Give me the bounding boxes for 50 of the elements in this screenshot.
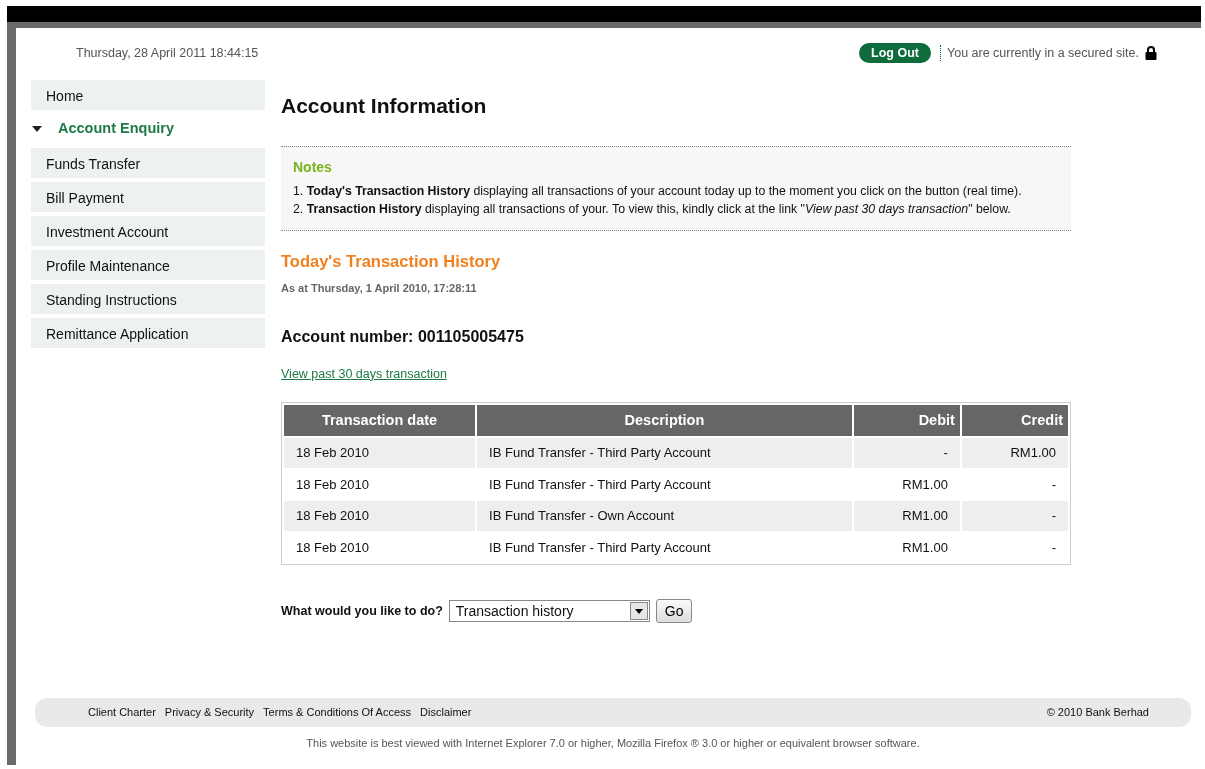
page-title: Account Information [281, 93, 488, 119]
section-title: Today's Transaction History [281, 251, 502, 273]
table-cell: IB Fund Transfer - Own Account [477, 501, 852, 531]
table-cell: IB Fund Transfer - Third Party Account [477, 438, 852, 468]
sidebar-item[interactable]: Standing Instructions [31, 284, 265, 314]
action-label: What would you like to do? [281, 603, 443, 620]
copyright-text: © 2010 Bank Berhad [1046, 705, 1149, 720]
note-text: 1. Today's Transaction History displaying all transactions of your account today up to the moment you click on the button (real time). [293, 182, 1023, 200]
table-cell: 18 Feb 2010 [284, 501, 476, 531]
table-cell-text: IB Fund Transfer - Third Party Account [488, 538, 712, 557]
column-header: Credit [961, 404, 1068, 437]
logout-button[interactable]: Log Out [859, 42, 931, 64]
sidebar-item[interactable]: Investment Account [31, 216, 265, 246]
table-cell-text: RM1.00 [901, 475, 949, 494]
table-cell-text: 18 Feb 2010 [295, 475, 370, 494]
secure-notice: You are currently in a secured site. [947, 44, 1139, 62]
dropdown-icon [634, 608, 643, 614]
column-header: Debit [853, 404, 960, 437]
notes-title: Notes [293, 157, 333, 177]
browser-note: This website is best viewed with Internet Explorer 7.0 or higher, Mozilla Firefox ® 3.0 or higher or equivalent browser software. [306, 736, 920, 749]
go-button[interactable]: Go [655, 599, 693, 624]
column-header: Transaction date [284, 404, 476, 437]
sidebar-item[interactable]: Profile Maintenance [31, 250, 265, 280]
table-cell-text: 18 Feb 2010 [295, 538, 370, 557]
column-header: Description [477, 404, 852, 437]
action-select[interactable]: Transaction history [448, 600, 650, 623]
sidebar-item[interactable]: Bill Payment [31, 182, 265, 212]
table-cell: RM1.00 [961, 438, 1068, 468]
footer-link[interactable]: Client Charter [88, 704, 156, 721]
table-cell: 18 Feb 2010 [284, 438, 476, 468]
table-cell-text: IB Fund Transfer - Third Party Account [488, 475, 712, 494]
sidebar-item[interactable]: Funds Transfer [31, 148, 265, 178]
history-link[interactable]: View past 30 days transaction [281, 364, 447, 384]
date-time: Thursday, 28 April 2011 18:44:15 [76, 44, 259, 62]
lock-icon [1145, 46, 1157, 60]
table-cell-text: - [1050, 475, 1057, 494]
sidebar-item[interactable]: Remittance Application [31, 318, 265, 348]
footer-link[interactable]: Privacy & Security [164, 704, 255, 721]
table-cell-text: RM1.00 [901, 538, 949, 557]
table-cell: - [961, 501, 1068, 531]
sidebar-item[interactable]: Home [31, 80, 265, 110]
footer-link[interactable]: Terms & Conditions Of Access [263, 704, 412, 721]
table-cell: RM1.00 [853, 501, 960, 531]
account-number: Account number: 001105005475 [281, 326, 525, 347]
table-cell-text: - [1050, 538, 1057, 557]
note-text: 2. Transaction History displaying all transactions of your. To view this, kindly click at the link "View past 30 days transaction" below. [293, 200, 1012, 218]
footer-link[interactable]: Disclaimer [420, 704, 472, 721]
table-cell: - [853, 438, 960, 468]
as-at-text: As at Thursday, 1 April 2010, 17:28:11 [281, 281, 478, 297]
sidebar-section[interactable]: Account Enquiry [58, 118, 174, 140]
